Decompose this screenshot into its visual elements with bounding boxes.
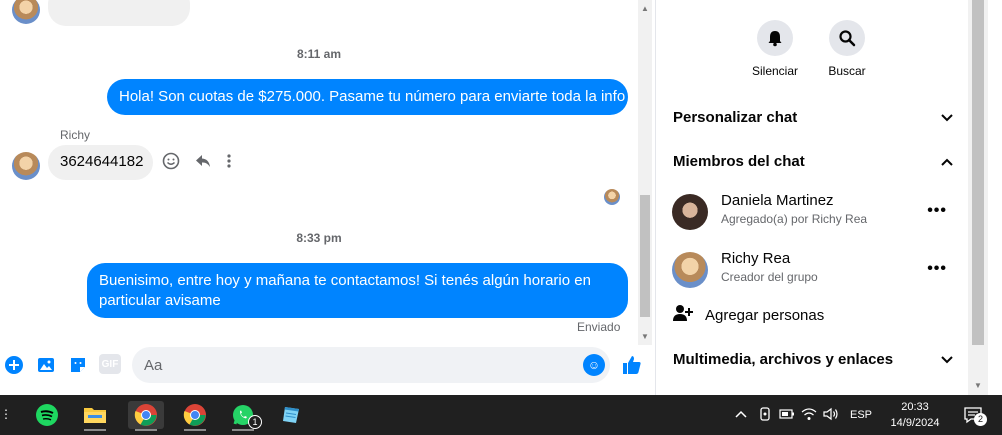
whatsapp-icon[interactable]: 1: [228, 401, 262, 431]
add-people-label: Agregar personas: [705, 306, 825, 324]
clock-date: 14/9/2024: [890, 417, 940, 429]
scroll-up-icon[interactable]: ▲: [641, 4, 649, 13]
language-indicator[interactable]: ESP: [850, 409, 872, 421]
running-indicator: [184, 429, 206, 431]
incoming-message[interactable]: 3624644182: [48, 145, 153, 180]
member-subtitle: Creador del grupo: [721, 270, 818, 284]
more-options-icon[interactable]: •••: [927, 260, 947, 278]
chat-info-pane: Silenciar Buscar Personalizar chat Miemb…: [656, 0, 968, 395]
photo-icon[interactable]: [35, 354, 57, 376]
running-indicator: [135, 429, 157, 431]
windows-taskbar: ⋮ 1 ESP 20:33 14/9/2024 2: [0, 395, 1002, 435]
scroll-down-icon[interactable]: ▼: [974, 381, 982, 390]
bell-icon: [757, 20, 793, 56]
timestamp: 8:33 pm: [296, 231, 342, 245]
scrollbar-thumb[interactable]: [640, 195, 650, 317]
message-input[interactable]: Aa: [132, 347, 610, 383]
chrome-icon[interactable]: [128, 401, 164, 431]
notification-badge: 1: [248, 415, 262, 429]
search-button[interactable]: Buscar: [807, 20, 887, 78]
mute-button[interactable]: Silenciar: [735, 20, 815, 78]
running-indicator: [232, 429, 254, 431]
chat-members-row[interactable]: Miembros del chat: [673, 153, 953, 170]
search-label: Buscar: [828, 64, 866, 78]
add-people-button[interactable]: Agregar personas: [673, 304, 824, 326]
scrollbar-thumb[interactable]: [972, 0, 984, 345]
like-icon[interactable]: [621, 354, 643, 376]
member-name: Daniela Martinez: [721, 192, 834, 209]
avatar: [672, 194, 708, 230]
mute-label: Silenciar: [751, 64, 799, 78]
add-icon[interactable]: [3, 354, 25, 376]
chevron-up-icon: [941, 155, 953, 169]
spotify-icon[interactable]: [32, 401, 62, 429]
customize-chat-row[interactable]: Personalizar chat: [673, 109, 953, 126]
sender-avatar[interactable]: [12, 0, 40, 24]
add-person-icon: [673, 304, 693, 326]
window-edge: [988, 0, 1002, 395]
sender-name: Richy: [60, 128, 91, 142]
chevron-down-icon: [941, 111, 953, 125]
read-receipt-avatar: [604, 189, 620, 205]
chat-pane: 8:11 am Hola! Son cuotas de $275.000. Pa…: [0, 0, 638, 345]
media-files-links-label: Multimedia, archivos y enlaces: [673, 351, 894, 368]
start-edge[interactable]: ⋮: [0, 407, 12, 423]
message-status: Enviado: [577, 320, 621, 334]
member-subtitle: Agregado(a) por Richy Rea: [721, 212, 868, 226]
system-tray: ESP: [734, 395, 872, 435]
gif-icon[interactable]: GIF: [99, 354, 121, 374]
member-item[interactable]: Richy Rea Creador del grupo •••: [672, 250, 957, 294]
messenger-window: 8:11 am Hola! Son cuotas de $275.000. Pa…: [0, 0, 1002, 395]
battery-icon[interactable]: [776, 408, 798, 422]
file-explorer-icon[interactable]: [80, 401, 110, 431]
media-files-links-row[interactable]: Multimedia, archivos y enlaces: [673, 351, 953, 368]
clock-time: 20:33: [901, 401, 929, 413]
timestamp: 8:11 am: [296, 47, 342, 61]
reply-icon[interactable]: [194, 152, 212, 175]
message-actions: [162, 152, 232, 175]
touch-keyboard-icon[interactable]: [754, 406, 776, 424]
message-composer: GIF Aa ☺: [0, 345, 655, 385]
wifi-icon[interactable]: [798, 407, 820, 424]
customize-chat-label: Personalizar chat: [673, 109, 798, 126]
sticker-icon[interactable]: [67, 354, 89, 376]
react-icon[interactable]: [162, 152, 180, 175]
chat-members-label: Miembros del chat: [673, 153, 805, 170]
notepad-icon[interactable]: [276, 401, 306, 429]
chevron-up-icon[interactable]: [734, 409, 748, 421]
chat-scrollbar[interactable]: ▲ ▼: [638, 0, 652, 345]
incoming-bubble-partial: [48, 0, 190, 26]
notification-count: 2: [974, 413, 987, 426]
chrome-icon[interactable]: [180, 401, 210, 431]
system-clock[interactable]: 20:33 14/9/2024: [884, 399, 946, 431]
sender-avatar[interactable]: [12, 152, 40, 180]
outgoing-message[interactable]: Buenisimo, entre hoy y mañana te contact…: [87, 263, 628, 318]
outgoing-message[interactable]: Hola! Son cuotas de $275.000. Pasame tu …: [107, 79, 628, 115]
member-name: Richy Rea: [721, 250, 791, 267]
notifications-icon[interactable]: 2: [958, 401, 988, 429]
scroll-down-icon[interactable]: ▼: [641, 332, 649, 341]
info-scrollbar[interactable]: ▼: [968, 0, 988, 395]
running-indicator: [84, 429, 106, 431]
more-options-icon[interactable]: •••: [927, 202, 947, 220]
emoji-icon[interactable]: ☺: [583, 354, 605, 376]
volume-icon[interactable]: [820, 407, 842, 424]
search-icon: [829, 20, 865, 56]
chevron-down-icon: [941, 353, 953, 367]
member-item[interactable]: Daniela Martinez Agregado(a) por Richy R…: [672, 192, 957, 236]
avatar: [672, 252, 708, 288]
more-options-icon[interactable]: [226, 153, 232, 174]
